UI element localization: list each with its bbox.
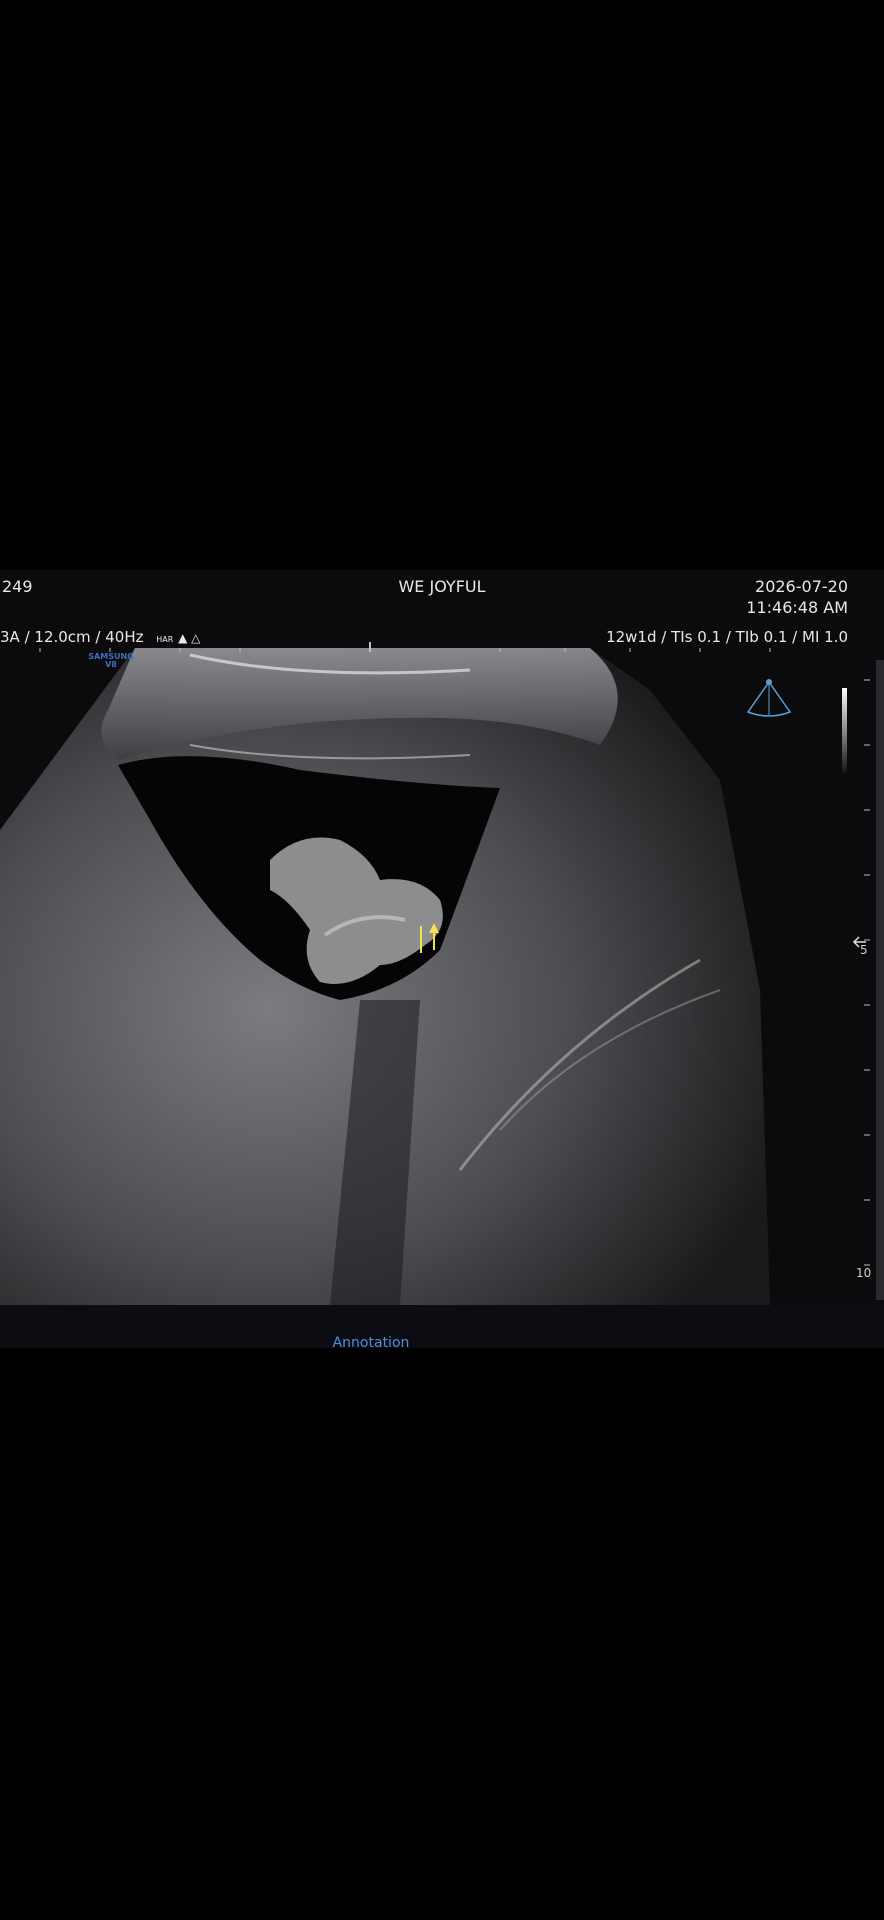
clinic-title: WE JOYFUL (398, 577, 486, 596)
scan-parameters: 3A / 12.0cm / 40Hz HAR ▲ △ (0, 628, 200, 649)
ultrasound-viewer: 249 WE JOYFUL 2026-07-20 11:46:48 AM 3A … (0, 570, 884, 1348)
brand-line2: V8 (105, 660, 117, 669)
har-label: HAR (156, 635, 174, 644)
edge-strip (876, 660, 884, 1300)
mode-icons: ▲ △ (178, 631, 201, 645)
probe-orientation-icon (746, 679, 792, 717)
depth-label-mid: 5 (860, 943, 868, 957)
annotation-button[interactable]: Annotation (0, 1335, 742, 1348)
samsung-logo: SAMSUNG V8 (84, 653, 138, 669)
depth-scale (864, 679, 870, 1266)
safety-indices: 12w1d / TIs 0.1 / TIb 0.1 / MI 1.0 (606, 628, 848, 646)
exam-date: 2026-07-20 (755, 577, 848, 596)
exam-time: 11:46:48 AM (746, 598, 848, 617)
depth-label-bottom: 10 (856, 1266, 872, 1280)
scan-parameters-text: 3A / 12.0cm / 40Hz (0, 628, 144, 646)
grayscale-bar-icon (842, 688, 847, 774)
